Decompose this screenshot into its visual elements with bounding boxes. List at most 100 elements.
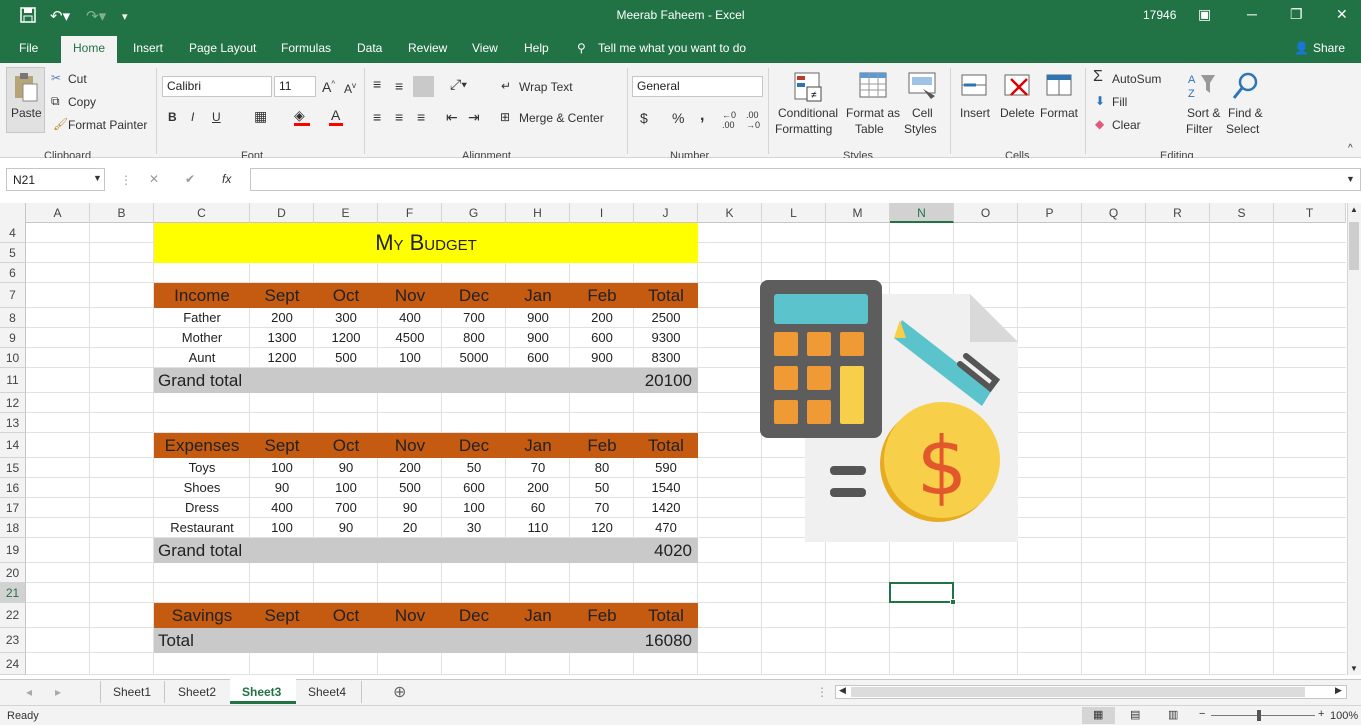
income-data-cell[interactable]: Mother bbox=[154, 328, 250, 348]
income-data-cell[interactable]: 4500 bbox=[378, 328, 442, 348]
income-header-cell[interactable]: Feb bbox=[570, 283, 634, 308]
clear-button[interactable]: Clear bbox=[1112, 118, 1141, 132]
column-header-d[interactable]: D bbox=[250, 203, 314, 223]
expenses-data-cell[interactable]: 200 bbox=[506, 478, 570, 498]
expenses-data-cell[interactable]: 20 bbox=[378, 518, 442, 538]
tab-help[interactable]: Help bbox=[524, 41, 549, 55]
row-header-4[interactable]: 4 bbox=[0, 223, 26, 243]
increase-indent-icon[interactable]: ⇥ bbox=[468, 109, 480, 126]
income-data-cell[interactable]: 100 bbox=[378, 348, 442, 368]
expenses-data-cell[interactable]: 200 bbox=[378, 458, 442, 478]
scroll-right-icon[interactable]: ▶ bbox=[1335, 685, 1342, 696]
expenses-data-cell[interactable]: Dress bbox=[154, 498, 250, 518]
expenses-data-cell[interactable]: 50 bbox=[442, 458, 506, 478]
row-header-15[interactable]: 15 bbox=[0, 458, 26, 478]
income-header-cell[interactable]: Sept bbox=[250, 283, 314, 308]
row-header-6[interactable]: 6 bbox=[0, 263, 26, 283]
scroll-left-icon[interactable]: ◀ bbox=[839, 685, 846, 696]
column-header-j[interactable]: J bbox=[634, 203, 698, 223]
expenses-data-cell[interactable]: 100 bbox=[250, 458, 314, 478]
budget-title[interactable]: My Budget bbox=[154, 228, 698, 258]
format-as-table-label2[interactable]: Table bbox=[855, 122, 884, 136]
enter-icon[interactable]: ✔ bbox=[185, 172, 195, 186]
zoom-in-icon[interactable]: + bbox=[1318, 708, 1324, 720]
vertical-scroll-thumb[interactable] bbox=[1349, 222, 1359, 270]
income-data-cell[interactable]: 8300 bbox=[634, 348, 698, 368]
row-header-24[interactable]: 24 bbox=[0, 653, 26, 675]
income-header-cell[interactable]: Dec bbox=[442, 283, 506, 308]
income-data-cell[interactable]: 700 bbox=[442, 308, 506, 328]
column-header-k[interactable]: K bbox=[698, 203, 762, 223]
name-box-dropdown-icon[interactable]: ▼ bbox=[93, 173, 102, 183]
tab-formulas[interactable]: Formulas bbox=[281, 41, 331, 55]
income-data-cell[interactable]: 1200 bbox=[250, 348, 314, 368]
sort-filter-label1[interactable]: Sort & bbox=[1187, 106, 1220, 120]
income-data-cell[interactable]: 600 bbox=[570, 328, 634, 348]
column-header-i[interactable]: I bbox=[570, 203, 634, 223]
tab-split-grip[interactable]: ⋮ bbox=[816, 685, 828, 699]
row-header-19[interactable]: 19 bbox=[0, 538, 26, 563]
column-header-q[interactable]: Q bbox=[1082, 203, 1146, 223]
formula-input[interactable] bbox=[250, 168, 1361, 191]
income-data-cell[interactable]: 500 bbox=[314, 348, 378, 368]
row-header-11[interactable]: 11 bbox=[0, 368, 26, 393]
cancel-icon[interactable]: ✕ bbox=[149, 172, 159, 186]
expenses-data-cell[interactable]: 1540 bbox=[634, 478, 698, 498]
income-data-cell[interactable]: 1200 bbox=[314, 328, 378, 348]
column-header-l[interactable]: L bbox=[762, 203, 826, 223]
orientation-icon[interactable]: ⤢▾ bbox=[450, 76, 467, 93]
expenses-data-cell[interactable]: 70 bbox=[570, 498, 634, 518]
expenses-data-cell[interactable]: Restaurant bbox=[154, 518, 250, 538]
expand-formula-icon[interactable]: ▼ bbox=[1346, 174, 1355, 184]
expenses-total-label[interactable]: Grand total bbox=[158, 538, 358, 563]
wrap-text-button[interactable]: Wrap Text bbox=[519, 80, 573, 94]
selected-cell[interactable] bbox=[889, 582, 954, 603]
row-header-17[interactable]: 17 bbox=[0, 498, 26, 518]
borders-icon[interactable]: ▦ bbox=[254, 108, 267, 125]
savings-header-cell[interactable]: Jan bbox=[506, 603, 570, 628]
savings-header-cell[interactable]: Nov bbox=[378, 603, 442, 628]
row-header-9[interactable]: 9 bbox=[0, 328, 26, 348]
row-header-20[interactable]: 20 bbox=[0, 563, 26, 583]
merge-center-button[interactable]: Merge & Center bbox=[519, 111, 604, 125]
income-data-cell[interactable]: 200 bbox=[570, 308, 634, 328]
expenses-data-cell[interactable]: 60 bbox=[506, 498, 570, 518]
expenses-data-cell[interactable]: 100 bbox=[250, 518, 314, 538]
row-header-16[interactable]: 16 bbox=[0, 478, 26, 498]
sheet-tab-1[interactable]: Sheet1 bbox=[113, 685, 151, 699]
vertical-scrollbar[interactable] bbox=[1347, 203, 1361, 675]
increase-decimal-icon[interactable]: ←0.00 bbox=[722, 110, 736, 130]
income-total-value[interactable]: 20100 bbox=[594, 368, 692, 393]
income-data-cell[interactable]: 900 bbox=[506, 328, 570, 348]
expenses-header-cell[interactable]: Total bbox=[634, 433, 698, 458]
tab-page-layout[interactable]: Page Layout bbox=[189, 41, 256, 55]
fill-handle[interactable] bbox=[950, 599, 956, 605]
income-data-cell[interactable]: 300 bbox=[314, 308, 378, 328]
income-header-cell[interactable]: Jan bbox=[506, 283, 570, 308]
minimize-icon[interactable]: ─ bbox=[1247, 6, 1257, 22]
fill-button[interactable]: Fill bbox=[1112, 95, 1127, 109]
percent-button[interactable]: % bbox=[672, 110, 684, 126]
expenses-data-cell[interactable]: 600 bbox=[442, 478, 506, 498]
expenses-header-cell[interactable]: Jan bbox=[506, 433, 570, 458]
page-layout-view-icon[interactable]: ▤ bbox=[1130, 708, 1140, 721]
tab-insert[interactable]: Insert bbox=[133, 41, 163, 55]
row-header-13[interactable]: 13 bbox=[0, 413, 26, 433]
tab-view[interactable]: View bbox=[472, 41, 498, 55]
column-header-t[interactable]: T bbox=[1274, 203, 1346, 223]
conditional-formatting-label1[interactable]: Conditional bbox=[778, 106, 838, 120]
expenses-data-cell[interactable]: 90 bbox=[314, 458, 378, 478]
row-header-12[interactable]: 12 bbox=[0, 393, 26, 413]
expenses-data-cell[interactable]: 110 bbox=[506, 518, 570, 538]
income-data-cell[interactable]: 9300 bbox=[634, 328, 698, 348]
ribbon-display-icon[interactable]: ▣ bbox=[1198, 6, 1211, 23]
font-name-select[interactable]: Calibri bbox=[162, 76, 272, 97]
expenses-header-cell[interactable]: Dec bbox=[442, 433, 506, 458]
expenses-data-cell[interactable]: Toys bbox=[154, 458, 250, 478]
insert-function-button[interactable]: fx bbox=[222, 172, 231, 186]
close-icon[interactable]: ✕ bbox=[1336, 6, 1348, 23]
share-icon[interactable]: 👤 bbox=[1294, 41, 1309, 55]
column-header-p[interactable]: P bbox=[1018, 203, 1082, 223]
tab-file[interactable]: File bbox=[19, 41, 38, 55]
scroll-up-icon[interactable]: ▲ bbox=[1350, 205, 1358, 214]
